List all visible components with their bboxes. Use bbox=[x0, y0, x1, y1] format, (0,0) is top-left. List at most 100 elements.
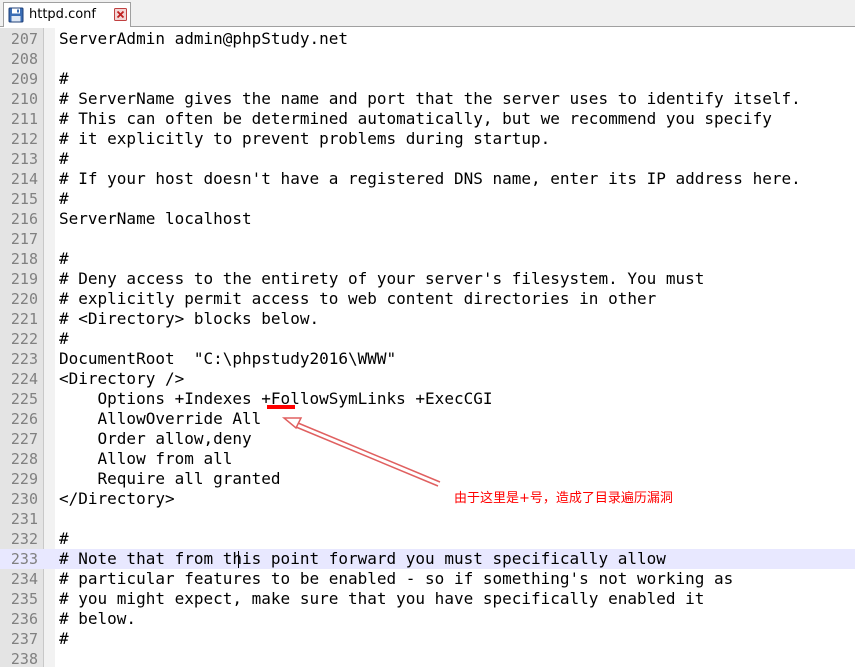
code-text[interactable]: # explicitly permit access to web conten… bbox=[59, 291, 656, 307]
code-text[interactable]: # ServerName gives the name and port tha… bbox=[59, 91, 801, 107]
code-text[interactable]: # Note that from this point forward you … bbox=[59, 551, 666, 567]
code-line[interactable]: 232 # bbox=[0, 529, 855, 549]
code-line[interactable]: 237 # bbox=[0, 629, 855, 649]
line-number: 225 bbox=[10, 390, 38, 408]
line-number: 220 bbox=[10, 290, 38, 308]
code-line[interactable]: 229 Require all granted bbox=[0, 469, 855, 489]
code-line[interactable]: 227 Order allow,deny bbox=[0, 429, 855, 449]
code-line[interactable]: 210 # ServerName gives the name and port … bbox=[0, 89, 855, 109]
code-line[interactable]: 233 # Note that from this point forward y… bbox=[0, 549, 855, 569]
line-number: 231 bbox=[10, 510, 38, 528]
code-line[interactable]: 214 # If your host doesn't have a registe… bbox=[0, 169, 855, 189]
code-text[interactable]: DocumentRoot "C:\phpstudy2016\WWW" bbox=[59, 351, 396, 367]
code-text[interactable]: # below. bbox=[59, 611, 136, 627]
code-text[interactable]: # bbox=[59, 251, 69, 267]
line-number: 228 bbox=[10, 450, 38, 468]
code-line[interactable]: 226 AllowOverride All bbox=[0, 409, 855, 429]
line-number: 211 bbox=[10, 110, 38, 128]
code-line[interactable]: 220 # explicitly permit access to web con… bbox=[0, 289, 855, 309]
line-number: 227 bbox=[10, 430, 38, 448]
code-text[interactable]: # bbox=[59, 531, 69, 547]
line-number: 233 bbox=[10, 550, 38, 568]
line-number: 223 bbox=[10, 350, 38, 368]
code-line[interactable]: 215 # bbox=[0, 189, 855, 209]
code-text[interactable]: Allow from all bbox=[59, 451, 233, 467]
code-text[interactable]: # bbox=[59, 151, 69, 167]
line-number: 238 bbox=[10, 650, 38, 668]
line-number: 230 bbox=[10, 490, 38, 508]
code-line[interactable]: 236 # below. bbox=[0, 609, 855, 629]
tab-bar: httpd.conf bbox=[0, 0, 855, 27]
code-text[interactable]: ServerName localhost bbox=[59, 211, 252, 227]
code-text[interactable]: # you might expect, make sure that you h… bbox=[59, 591, 704, 607]
code-text[interactable]: # bbox=[59, 331, 69, 347]
line-number: 235 bbox=[10, 590, 38, 608]
line-number: 209 bbox=[10, 70, 38, 88]
close-icon[interactable] bbox=[114, 8, 127, 21]
code-line[interactable]: 222 # bbox=[0, 329, 855, 349]
code-text[interactable]: ServerAdmin admin@phpStudy.net bbox=[59, 31, 348, 47]
code-line[interactable]: 223 DocumentRoot "C:\phpstudy2016\WWW" bbox=[0, 349, 855, 369]
line-number: 208 bbox=[10, 50, 38, 68]
line-number: 224 bbox=[10, 370, 38, 388]
code-line[interactable]: 230 </Directory> bbox=[0, 489, 855, 509]
code-text[interactable]: # <Directory> blocks below. bbox=[59, 311, 319, 327]
line-number: 213 bbox=[10, 150, 38, 168]
code-line[interactable]: 207 ServerAdmin admin@phpStudy.net bbox=[0, 29, 855, 49]
line-number: 216 bbox=[10, 210, 38, 228]
code-line[interactable]: 224 <Directory /> bbox=[0, 369, 855, 389]
line-number: 234 bbox=[10, 570, 38, 588]
code-line[interactable]: 208 bbox=[0, 49, 855, 69]
code-line[interactable]: 234 # particular features to be enabled -… bbox=[0, 569, 855, 589]
code-text[interactable]: <Directory /> bbox=[59, 371, 184, 387]
code-line[interactable]: 217 bbox=[0, 229, 855, 249]
code-line[interactable]: 218 # bbox=[0, 249, 855, 269]
code-line[interactable]: 209 # bbox=[0, 69, 855, 89]
line-number: 222 bbox=[10, 330, 38, 348]
code-text[interactable]: Require all granted bbox=[59, 471, 281, 487]
line-number: 218 bbox=[10, 250, 38, 268]
code-text[interactable]: # bbox=[59, 631, 69, 647]
text-caret bbox=[238, 551, 239, 568]
line-number: 207 bbox=[10, 30, 38, 48]
line-number: 219 bbox=[10, 270, 38, 288]
line-number: 226 bbox=[10, 410, 38, 428]
code-line[interactable]: 219 # Deny access to the entirety of your… bbox=[0, 269, 855, 289]
code-line[interactable]: 231 bbox=[0, 509, 855, 529]
tab-httpd-conf[interactable]: httpd.conf bbox=[3, 2, 131, 27]
code-text[interactable]: # bbox=[59, 71, 69, 87]
code-text[interactable]: # particular features to be enabled - so… bbox=[59, 571, 733, 587]
line-number: 212 bbox=[10, 130, 38, 148]
code-line[interactable]: 235 # you might expect, make sure that yo… bbox=[0, 589, 855, 609]
line-number: 217 bbox=[10, 230, 38, 248]
line-number: 232 bbox=[10, 530, 38, 548]
code-text[interactable]: # bbox=[59, 191, 69, 207]
code-line[interactable]: 213 # bbox=[0, 149, 855, 169]
line-number: 214 bbox=[10, 170, 38, 188]
code-text[interactable]: # it explicitly to prevent problems duri… bbox=[59, 131, 550, 147]
tab-label: httpd.conf bbox=[29, 7, 96, 22]
line-number: 215 bbox=[10, 190, 38, 208]
code-lines: 207 ServerAdmin admin@phpStudy.net 208 209 #… bbox=[0, 29, 855, 669]
code-line[interactable]: 238 bbox=[0, 649, 855, 669]
code-line[interactable]: 225 Options +Indexes +FollowSymLinks +Ex… bbox=[0, 389, 855, 409]
code-line[interactable]: 211 # This can often be determined automa… bbox=[0, 109, 855, 129]
code-line[interactable]: 216 ServerName localhost bbox=[0, 209, 855, 229]
code-line[interactable]: 228 Allow from all bbox=[0, 449, 855, 469]
line-number: 229 bbox=[10, 470, 38, 488]
code-line[interactable]: 212 # it explicitly to prevent problems d… bbox=[0, 129, 855, 149]
code-text[interactable]: Order allow,deny bbox=[59, 431, 252, 447]
line-number: 221 bbox=[10, 310, 38, 328]
line-number: 236 bbox=[10, 610, 38, 628]
line-number: 210 bbox=[10, 90, 38, 108]
code-text[interactable]: # If your host doesn't have a registered… bbox=[59, 171, 801, 187]
line-number: 237 bbox=[10, 630, 38, 648]
floppy-disk-icon bbox=[8, 7, 24, 23]
code-text[interactable]: AllowOverride All bbox=[59, 411, 262, 427]
code-text[interactable]: Options +Indexes +FollowSymLinks +ExecCG… bbox=[59, 391, 493, 407]
code-text[interactable]: # Deny access to the entirety of your se… bbox=[59, 271, 704, 287]
code-line[interactable]: 221 # <Directory> blocks below. bbox=[0, 309, 855, 329]
code-text[interactable]: # This can often be determined automatic… bbox=[59, 111, 772, 127]
editor-pane[interactable]: 207 ServerAdmin admin@phpStudy.net 208 209 #… bbox=[0, 28, 855, 667]
code-text[interactable]: </Directory> bbox=[59, 491, 175, 507]
